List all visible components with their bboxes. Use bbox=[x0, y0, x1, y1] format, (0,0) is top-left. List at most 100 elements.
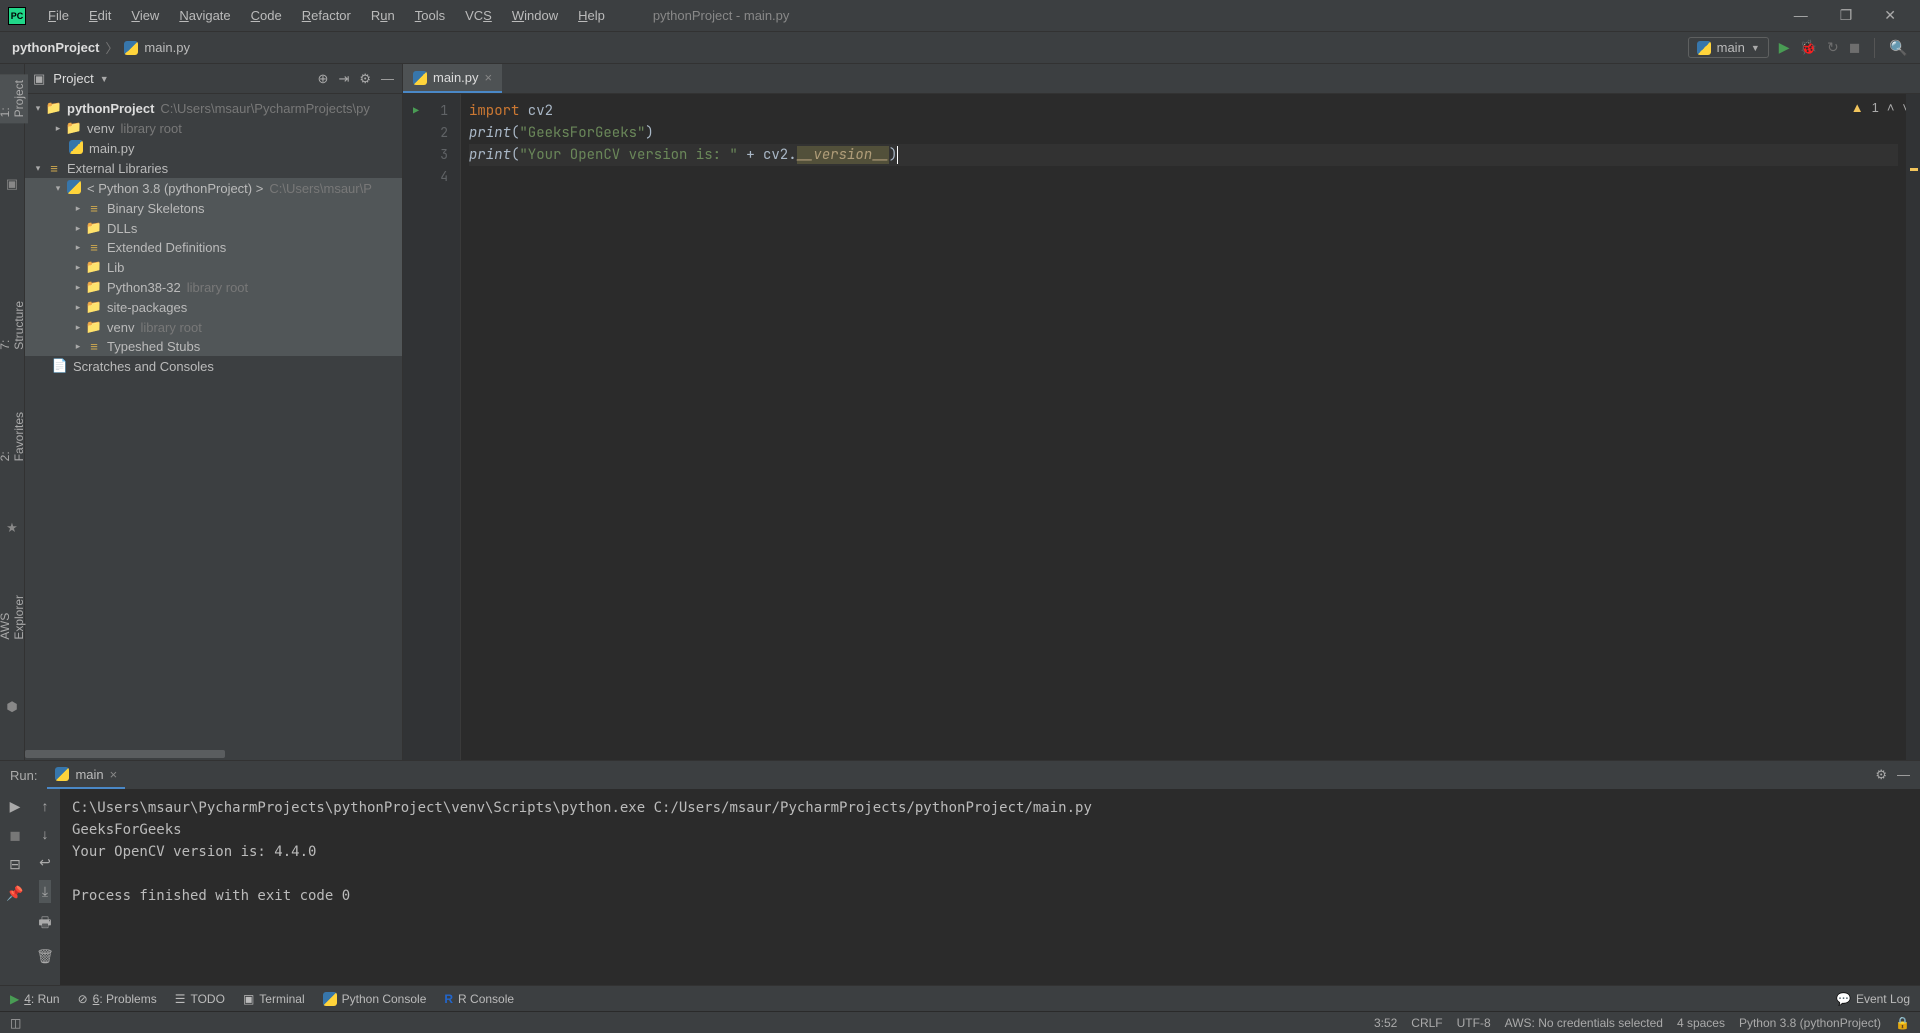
print-button[interactable]: 🖶 bbox=[35, 909, 54, 939]
menu-help[interactable]: Help bbox=[570, 5, 613, 26]
project-scrollbar-h[interactable] bbox=[25, 750, 402, 760]
cube-icon[interactable]: ⬢ bbox=[3, 696, 20, 718]
hide-icon[interactable]: — bbox=[381, 71, 394, 87]
menu-code[interactable]: Code bbox=[243, 5, 290, 26]
menu-view[interactable]: View bbox=[123, 5, 167, 26]
run-config-selector[interactable]: main ▼ bbox=[1688, 37, 1769, 58]
menu-run[interactable]: Run bbox=[363, 5, 403, 26]
tool-folder-icon[interactable]: ▣ bbox=[3, 173, 21, 195]
menu-file[interactable]: File bbox=[40, 5, 77, 26]
bottom-run[interactable]: ▶4: Run bbox=[10, 992, 60, 1006]
breadcrumb-project[interactable]: pythonProject bbox=[12, 40, 99, 55]
tree-item[interactable]: ▸≡Typeshed Stubs bbox=[25, 337, 402, 356]
run-gutter-icon[interactable]: ▶ bbox=[413, 100, 419, 122]
tree-item[interactable]: ▸📁site-packages bbox=[25, 297, 402, 317]
locate-icon[interactable]: ⊕ bbox=[318, 71, 329, 87]
editor-tab-main[interactable]: main.py × bbox=[403, 64, 502, 93]
status-aws[interactable]: AWS: No credentials selected bbox=[1505, 1016, 1663, 1030]
tree-item[interactable]: ▸📁Python38-32library root bbox=[25, 277, 402, 297]
debug-button[interactable]: 🐞 bbox=[1800, 39, 1817, 56]
run-button[interactable]: ▶ bbox=[1779, 39, 1790, 56]
breadcrumb-sep: 〉 bbox=[105, 38, 118, 57]
toolbar-right: main ▼ ▶ 🐞 ↻ ◼ 🔍 bbox=[1688, 37, 1908, 58]
menu-tools[interactable]: Tools bbox=[407, 5, 453, 26]
tree-item[interactable]: ▸📁Lib bbox=[25, 257, 402, 277]
search-everywhere-button[interactable]: 🔍 bbox=[1889, 39, 1908, 57]
up-button[interactable]: ↑ bbox=[39, 795, 52, 817]
tool-favorites-tab[interactable]: 2: Favorites bbox=[0, 406, 28, 467]
tree-python-env[interactable]: ▾ < Python 3.8 (pythonProject) > C:\User… bbox=[25, 178, 402, 199]
status-position[interactable]: 3:52 bbox=[1374, 1016, 1397, 1030]
project-panel-title[interactable]: Project ▼ bbox=[53, 71, 108, 86]
wrap-button[interactable]: ↩ bbox=[36, 851, 54, 874]
close-tab-icon[interactable]: × bbox=[485, 70, 493, 85]
app-icon: PC bbox=[8, 7, 26, 25]
settings-icon[interactable]: ⚙ bbox=[359, 71, 371, 87]
prev-highlight-button[interactable]: ˄ bbox=[1887, 100, 1895, 115]
tool-structure-tab[interactable]: 7: Structure bbox=[0, 295, 28, 356]
python-icon bbox=[1697, 41, 1711, 55]
tree-external-libs[interactable]: ▾ ≡ External Libraries bbox=[25, 159, 402, 178]
rerun-button[interactable]: ▶ bbox=[7, 795, 24, 818]
titlebar: PC File Edit View Navigate Code Refactor… bbox=[0, 0, 1920, 32]
status-lock-icon[interactable]: 🔒 bbox=[1895, 1016, 1910, 1030]
bottom-event-log[interactable]: 💬Event Log bbox=[1836, 992, 1910, 1006]
status-interpreter[interactable]: Python 3.8 (pythonProject) bbox=[1739, 1016, 1881, 1030]
warning-icon[interactable]: ▲ bbox=[1851, 100, 1864, 115]
tree-scratches[interactable]: 📄 Scratches and Consoles bbox=[25, 356, 402, 376]
bottom-terminal[interactable]: ▣Terminal bbox=[243, 992, 305, 1006]
project-panel-tools: ⊕ ⇥ ⚙ — bbox=[318, 71, 394, 87]
chevron-down-icon: ▼ bbox=[1751, 43, 1760, 53]
menu-refactor[interactable]: Refactor bbox=[294, 5, 359, 26]
layout-button[interactable]: ⊟ bbox=[6, 853, 24, 876]
tree-root[interactable]: ▾ 📁 pythonProject C:\Users\msaur\Pycharm… bbox=[25, 98, 402, 118]
tool-project-tab[interactable]: 1: Project bbox=[0, 74, 28, 123]
pin-button[interactable]: 📌 bbox=[3, 882, 26, 905]
editor-scrollbar-v[interactable] bbox=[1906, 94, 1920, 760]
star-icon[interactable]: ★ bbox=[3, 517, 21, 539]
breadcrumb-file[interactable]: main.py bbox=[144, 40, 190, 55]
maximize-button[interactable]: ❐ bbox=[1834, 5, 1859, 26]
scroll-button[interactable]: ⤓ bbox=[39, 880, 51, 903]
run-panel-body: ▶ ◼ ⊟ 📌 ↑ ↓ ↩ ⤓ 🖶 🗑 C:\Users\msaur\Pycha… bbox=[0, 789, 1920, 985]
status-eol[interactable]: CRLF bbox=[1411, 1016, 1442, 1030]
menu-bar: File Edit View Navigate Code Refactor Ru… bbox=[40, 5, 613, 26]
menu-edit[interactable]: Edit bbox=[81, 5, 119, 26]
stop-button[interactable]: ◼ bbox=[1849, 39, 1861, 56]
stop-button[interactable]: ◼ bbox=[6, 824, 24, 847]
menu-navigate[interactable]: Navigate bbox=[171, 5, 238, 26]
editor-body: ▶1 2 3 4 import cv2 print("GeeksForGeeks… bbox=[403, 94, 1920, 760]
tree-main-py[interactable]: main.py bbox=[25, 138, 402, 159]
bottom-todo[interactable]: ☰TODO bbox=[175, 992, 225, 1006]
run-tab[interactable]: main × bbox=[47, 761, 125, 789]
clear-button[interactable]: 🗑 bbox=[33, 945, 57, 968]
expand-icon[interactable]: ⇥ bbox=[338, 71, 349, 87]
tree-item[interactable]: ▸📁venvlibrary root bbox=[25, 317, 402, 337]
status-indent[interactable]: 4 spaces bbox=[1677, 1016, 1725, 1030]
close-run-tab-icon[interactable]: × bbox=[110, 767, 118, 782]
bottom-python-console[interactable]: Python Console bbox=[323, 992, 427, 1006]
menu-window[interactable]: Window bbox=[504, 5, 566, 26]
tree-item[interactable]: ▸≡Binary Skeletons bbox=[25, 199, 402, 218]
down-button[interactable]: ↓ bbox=[39, 823, 52, 845]
tree-venv[interactable]: ▸ 📁 venv library root bbox=[25, 118, 402, 138]
tool-aws-tab[interactable]: AWS Explorer bbox=[0, 589, 28, 646]
window-title: pythonProject - main.py bbox=[653, 8, 790, 23]
hide-icon[interactable]: — bbox=[1897, 767, 1910, 783]
bottom-r-console[interactable]: RR Console bbox=[444, 992, 514, 1006]
console-output[interactable]: C:\Users\msaur\PycharmProjects\pythonPro… bbox=[60, 789, 1920, 985]
project-tree: ▾ 📁 pythonProject C:\Users\msaur\Pycharm… bbox=[25, 94, 402, 380]
coverage-button[interactable]: ↻ bbox=[1827, 39, 1839, 56]
scrollbar-thumb[interactable] bbox=[25, 750, 225, 758]
settings-icon[interactable]: ⚙ bbox=[1875, 767, 1887, 783]
status-tools-icon[interactable]: ◫ bbox=[10, 1016, 21, 1030]
tree-item[interactable]: ▸≡Extended Definitions bbox=[25, 238, 402, 257]
minimize-button[interactable]: — bbox=[1788, 5, 1814, 26]
menu-vcs[interactable]: VCS bbox=[457, 5, 500, 26]
close-button[interactable]: ✕ bbox=[1878, 5, 1902, 26]
status-encoding[interactable]: UTF-8 bbox=[1457, 1016, 1491, 1030]
bottom-problems[interactable]: ⊘6: Problems bbox=[78, 992, 157, 1006]
code-editor[interactable]: import cv2 print("GeeksForGeeks") print(… bbox=[461, 94, 1906, 760]
tree-item[interactable]: ▸📁DLLs bbox=[25, 218, 402, 238]
warning-mark[interactable] bbox=[1910, 168, 1918, 171]
